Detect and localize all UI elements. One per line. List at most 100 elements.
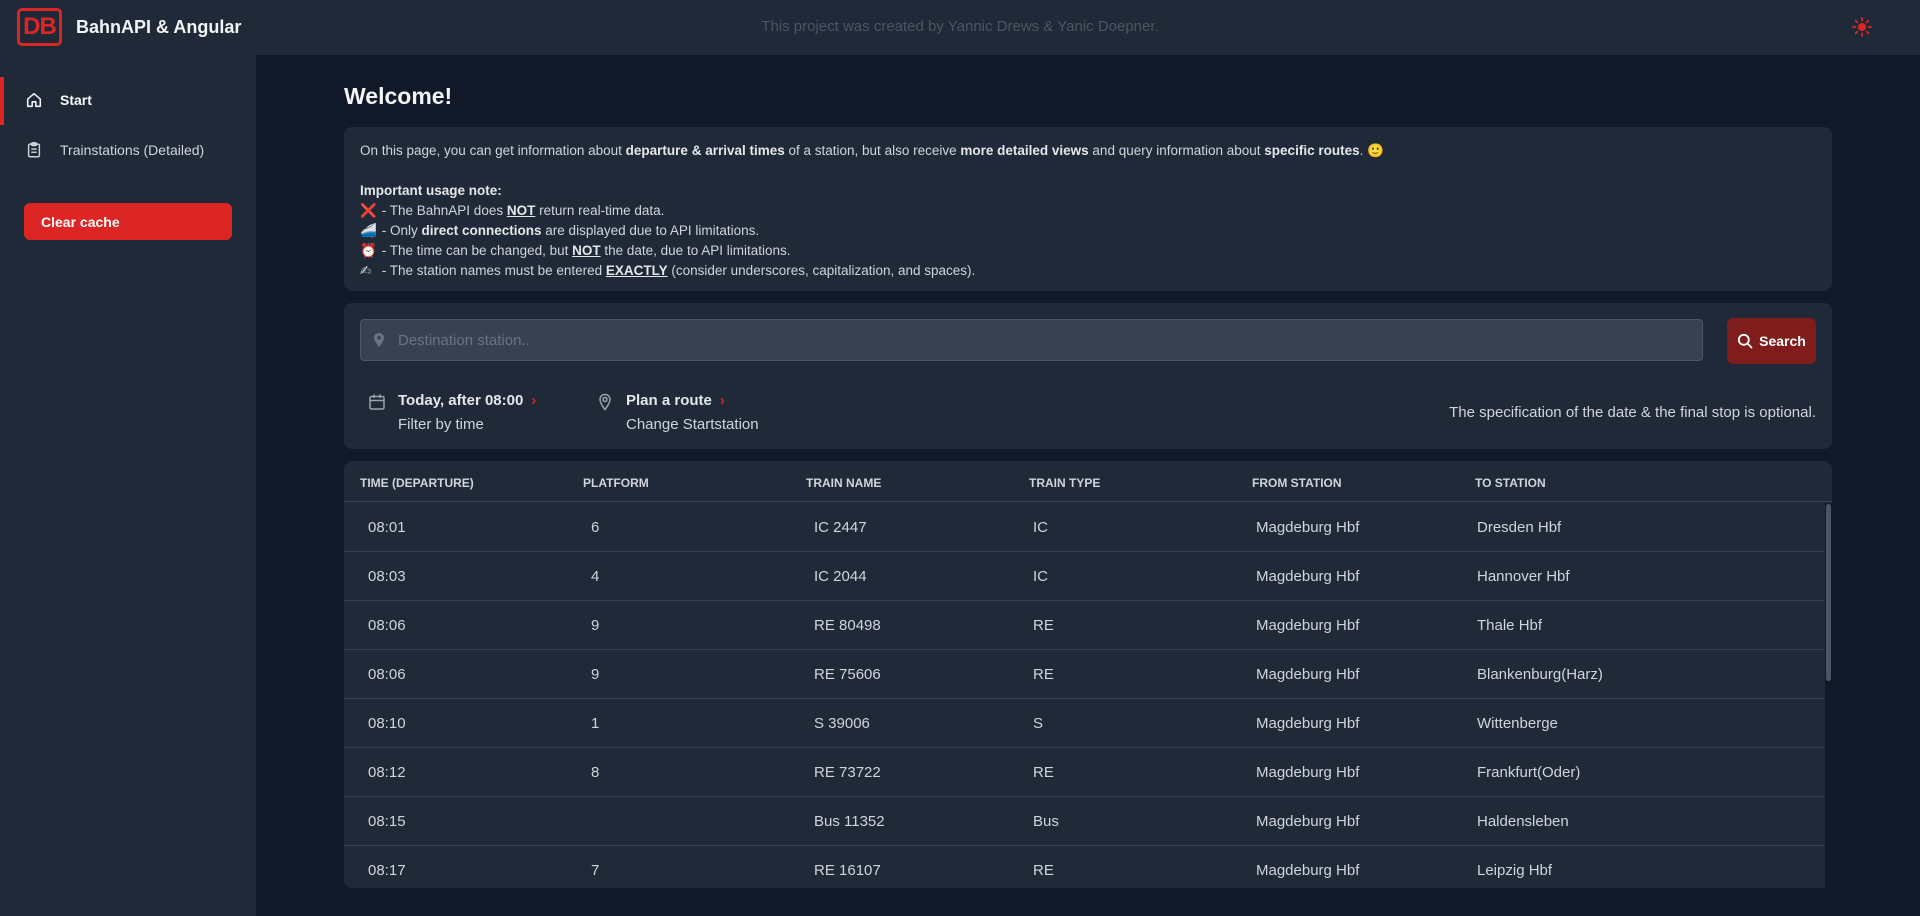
sidebar-item-start[interactable]: Start [0, 77, 256, 125]
cell-train-name: Bus 11352 [814, 813, 885, 830]
cell-train-name: IC 2044 [814, 568, 867, 585]
departures-table: TIME (DEPARTURE) PLATFORM TRAIN NAME TRA… [344, 461, 1832, 888]
cell-to-station: Leipzig Hbf [1477, 862, 1553, 879]
usage-note-line: 🚄 - Only direct connections are displaye… [360, 221, 1816, 241]
sidebar-item-label: Start [60, 92, 92, 108]
alarm-clock-icon: ⏰ [360, 243, 377, 258]
cell-to-station: Hannover Hbf [1477, 568, 1570, 585]
intro-part: . 🙂 [1359, 143, 1384, 158]
cell-to-station: Haldensleben [1477, 813, 1569, 830]
cell-time: 08:10 [368, 715, 406, 732]
intro-bold: departure & arrival times [625, 143, 785, 158]
usage-note-line: ✍ - The station names must be entered EX… [360, 261, 1816, 281]
column-header-from-station[interactable]: FROM STATION [1252, 476, 1342, 490]
table-row[interactable]: 08:06 9 RE 80498 RE Magdeburg Hbf Thale Hbf [344, 601, 1824, 650]
cell-from-station: Magdeburg Hbf [1256, 764, 1360, 781]
note-text: (consider underscores, capitalization, a… [667, 263, 976, 278]
cell-from-station: Magdeburg Hbf [1256, 862, 1360, 879]
column-header-train-name[interactable]: TRAIN NAME [806, 476, 881, 490]
cell-platform: 9 [591, 666, 600, 683]
map-pin-icon [374, 333, 384, 347]
table-row[interactable]: 08:15 Bus 11352 Bus Magdeburg Hbf Haldensleb… [344, 797, 1824, 846]
cell-to-station: Thale Hbf [1477, 617, 1543, 634]
column-header-time[interactable]: TIME (DEPARTURE) [360, 476, 474, 490]
sun-icon[interactable] [1852, 17, 1872, 37]
cell-time: 08:03 [368, 568, 406, 585]
clipboard-icon [27, 142, 41, 158]
cell-platform: 6 [591, 519, 600, 536]
note-text: - The station names must be entered [378, 263, 606, 278]
column-header-train-type[interactable]: TRAIN TYPE [1029, 476, 1100, 490]
note-text: - Only [378, 223, 422, 238]
usage-note-line: ⏰ - The time can be changed, but NOT the… [360, 241, 1816, 261]
column-header-to-station[interactable]: TO STATION [1475, 476, 1546, 490]
cell-time: 08:12 [368, 764, 406, 781]
search-button[interactable]: Search [1727, 318, 1816, 364]
note-underline: EXACTLY [605, 263, 668, 278]
table-header: TIME (DEPARTURE) PLATFORM TRAIN NAME TRA… [344, 461, 1832, 502]
plan-route-filter[interactable]: Plan a route › Change Startstation [596, 391, 766, 441]
table-row[interactable]: 08:03 4 IC 2044 IC Magdeburg Hbf Hannover Hbf [344, 552, 1824, 601]
calendar-icon [369, 394, 385, 410]
cell-platform: 9 [591, 617, 600, 634]
cell-train-type: RE [1033, 617, 1054, 634]
note-text: - The time can be changed, but [378, 243, 573, 258]
chevron-right-icon: › [531, 392, 537, 409]
table-row[interactable]: 08:17 7 RE 16107 RE Magdeburg Hbf Leipzig Hbf [344, 846, 1824, 888]
intro-part: On this page, you can get information ab… [360, 143, 626, 158]
note-text: return real-time data. [535, 203, 665, 218]
cell-train-type: RE [1033, 764, 1054, 781]
cell-time: 08:06 [368, 617, 406, 634]
usage-note-heading: Important usage note: [360, 181, 1816, 201]
cell-train-name: RE 75606 [814, 666, 881, 683]
cell-train-type: IC [1033, 519, 1048, 536]
clear-cache-button[interactable]: Clear cache [24, 203, 232, 240]
cell-to-station: Wittenberge [1477, 715, 1558, 732]
cell-train-type: RE [1033, 862, 1054, 879]
time-filter[interactable]: Today, after 08:00 › Filter by time [368, 391, 558, 441]
note-text: the date, due to API limitations. [600, 243, 791, 258]
note-heading-text: Important usage note: [360, 183, 502, 198]
time-filter-subtitle: Filter by time [398, 416, 484, 433]
sidebar: Start Trainstations (Detailed) Clear cac… [0, 55, 256, 916]
search-icon [1738, 333, 1753, 349]
table-row[interactable]: 08:06 9 RE 75606 RE Magdeburg Hbf Blankenburg… [344, 650, 1824, 699]
cell-platform: 8 [591, 764, 600, 781]
home-icon [26, 92, 42, 108]
cell-train-name: S 39006 [814, 715, 870, 732]
intro-part: of a station, but also receive [784, 143, 961, 158]
note-bold: direct connections [421, 223, 542, 238]
table-row[interactable]: 08:10 1 S 39006 S Magdeburg Hbf Wittenberge [344, 699, 1824, 748]
intro-bold: specific routes [1264, 143, 1360, 158]
table-scrollbar-thumb[interactable] [1826, 504, 1831, 681]
intro-text: On this page, you can get information ab… [360, 141, 1816, 161]
cell-to-station: Frankfurt(Oder) [1477, 764, 1581, 781]
cell-train-name: IC 2447 [814, 519, 867, 536]
cell-time: 08:06 [368, 666, 406, 683]
column-header-platform[interactable]: PLATFORM [583, 476, 649, 490]
note-text: - The BahnAPI does [378, 203, 507, 218]
cell-from-station: Magdeburg Hbf [1256, 519, 1360, 536]
cell-train-type: Bus [1033, 813, 1059, 830]
cell-platform: 7 [591, 862, 600, 879]
location-pin-icon [599, 393, 611, 411]
optional-note: The specification of the date & the fina… [1449, 404, 1816, 421]
writing-hand-icon: ✍ [360, 263, 372, 278]
table-row[interactable]: 08:01 6 IC 2447 IC Magdeburg Hbf Dresden Hbf [344, 503, 1824, 552]
destination-station-input[interactable] [360, 319, 1703, 361]
info-card: On this page, you can get information ab… [344, 127, 1832, 291]
table-row[interactable]: 08:12 8 RE 73722 RE Magdeburg Hbf Frankfurt(O… [344, 748, 1824, 797]
sidebar-item-trainstations[interactable]: Trainstations (Detailed) [0, 127, 256, 173]
search-card: Search Today, after 08:00 › Filter by tim… [344, 303, 1832, 449]
note-underline: NOT [572, 243, 601, 258]
cell-to-station: Dresden Hbf [1477, 519, 1562, 536]
credits-text: This project was created by Yannic Drews… [761, 18, 1159, 35]
cell-time: 08:17 [368, 862, 406, 879]
intro-part: and query information about [1088, 143, 1265, 158]
cell-train-name: RE 16107 [814, 862, 881, 879]
cell-train-type: IC [1033, 568, 1048, 585]
usage-note-line: ❌ - The BahnAPI does NOT return real-tim… [360, 201, 1816, 221]
time-filter-title-text: Today, after 08:00 [398, 392, 524, 409]
time-filter-title: Today, after 08:00 › [398, 392, 536, 409]
plan-route-title-text: Plan a route [626, 392, 712, 409]
